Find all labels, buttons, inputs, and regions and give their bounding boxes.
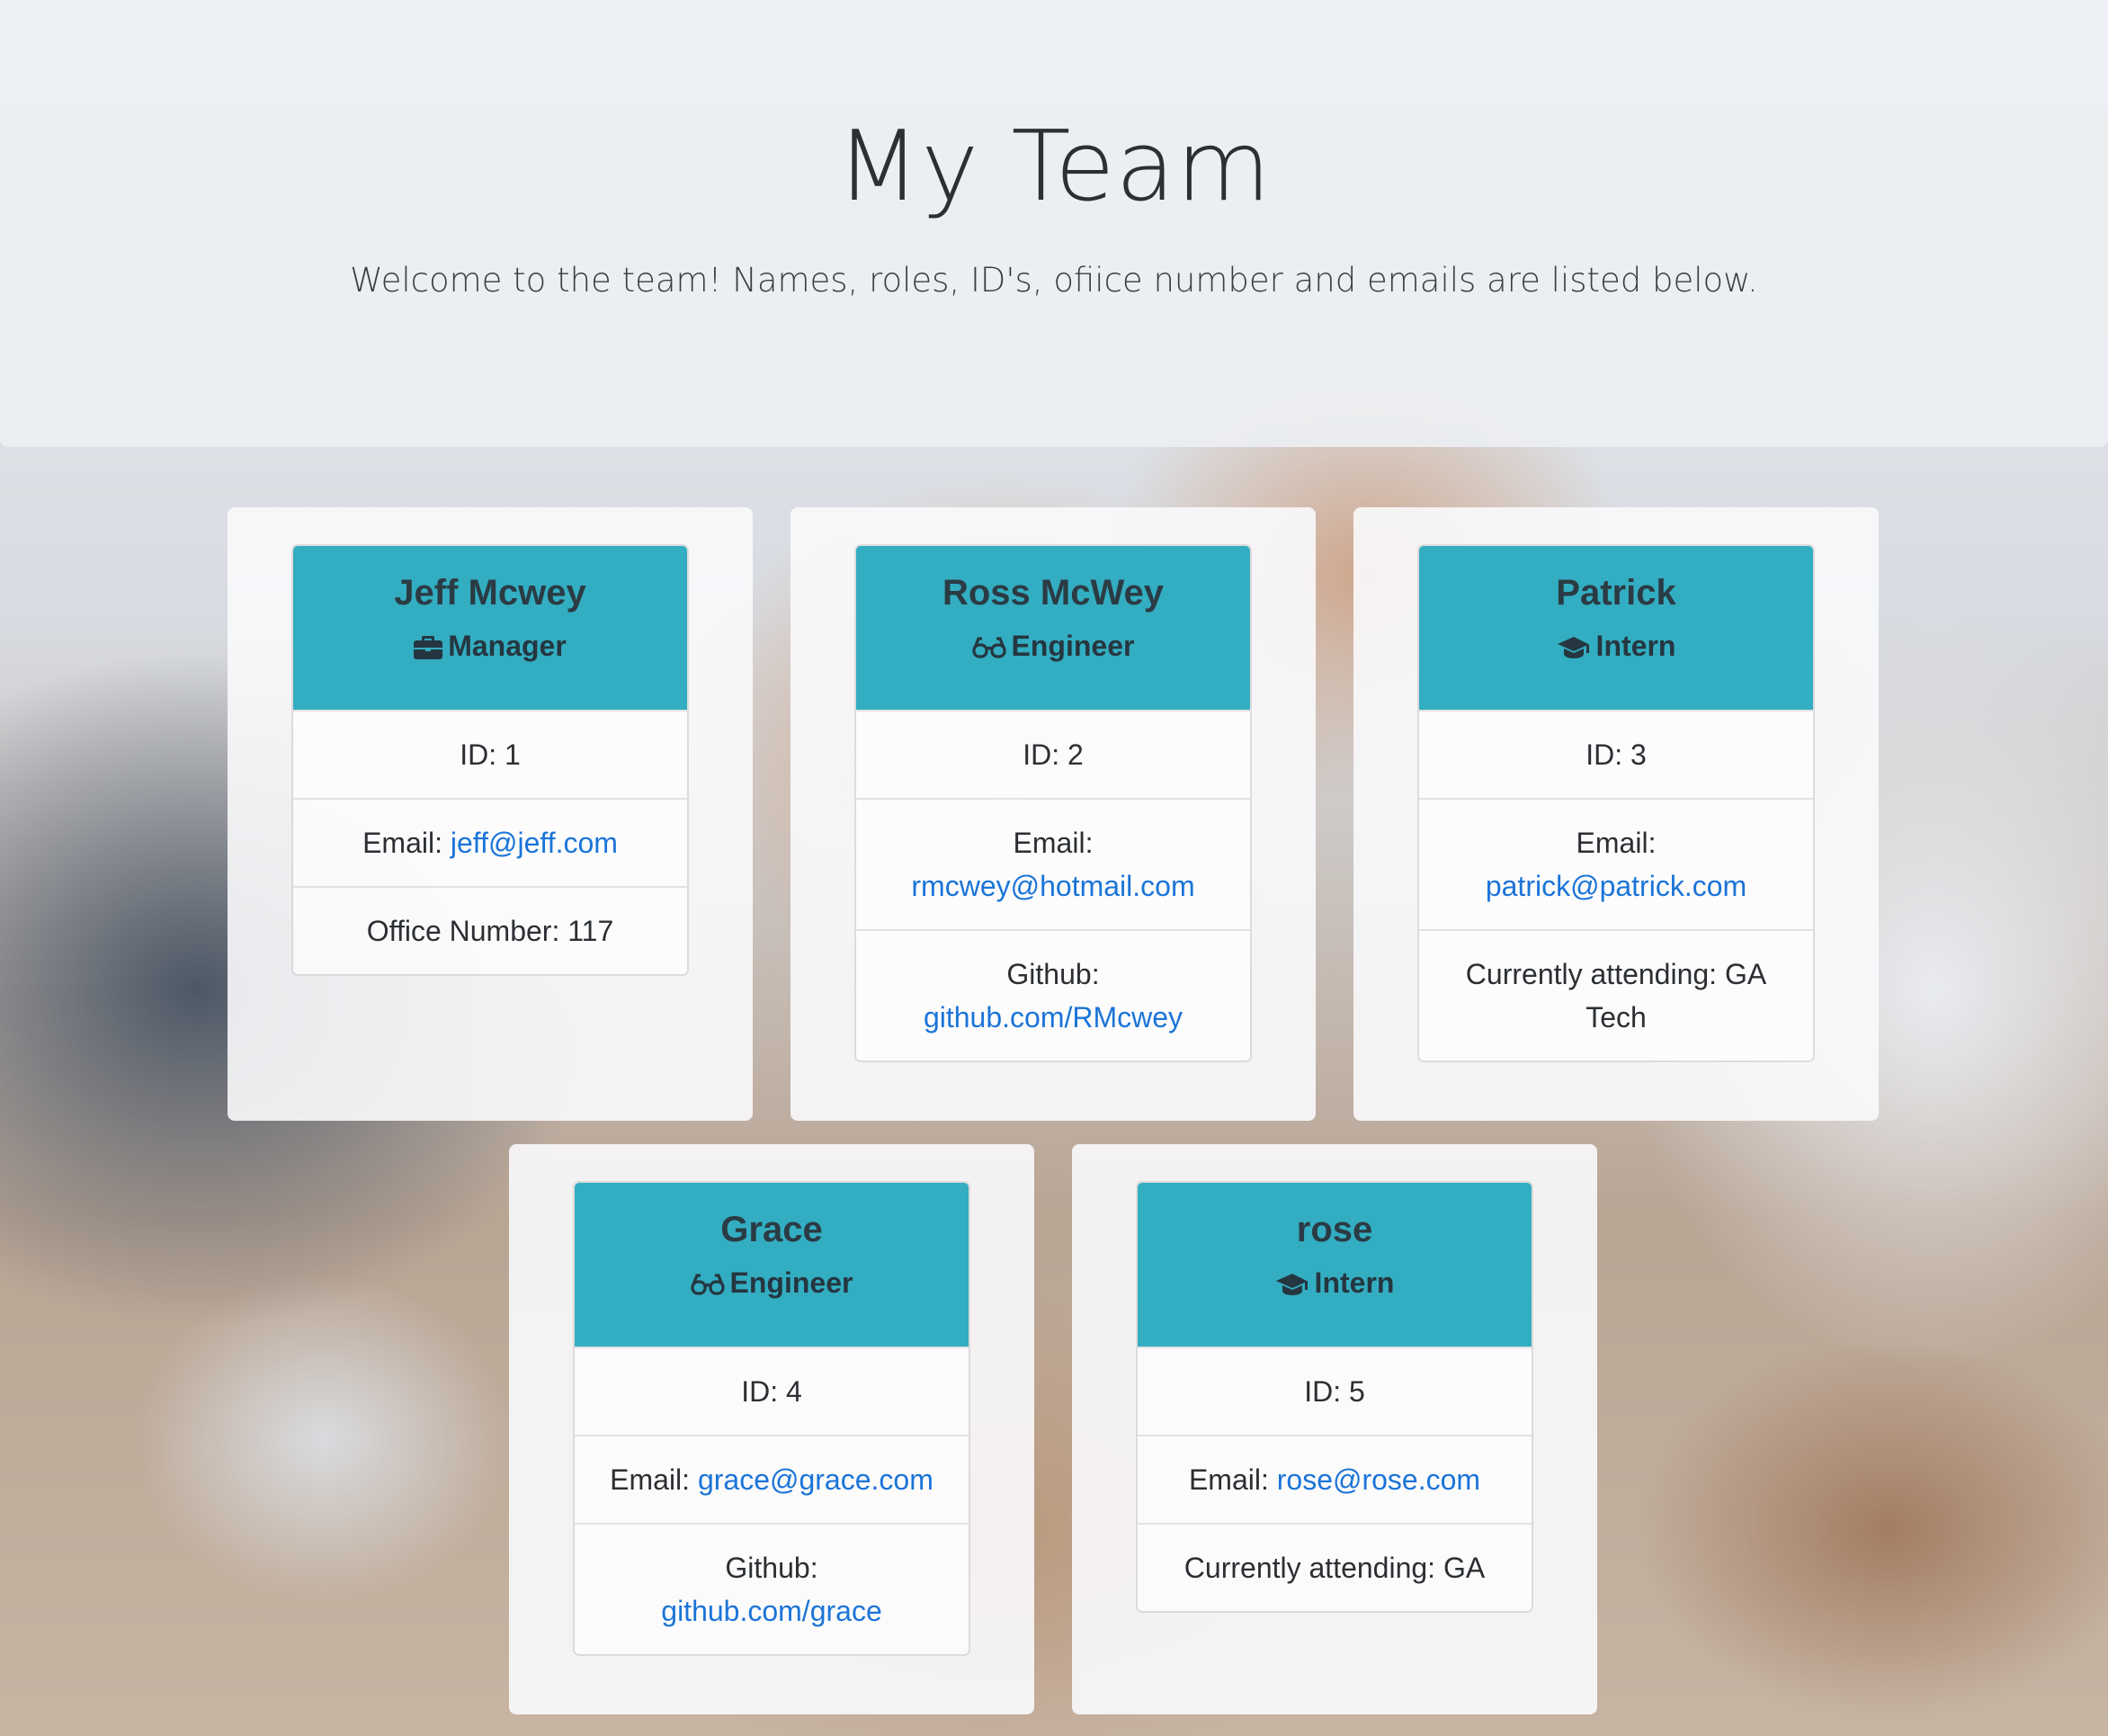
glasses-icon: [690, 1274, 725, 1295]
employee-role-label: Engineer: [729, 1266, 853, 1299]
employee-email: Email: rmcwey@hotmail.com: [856, 798, 1250, 929]
card-header: rose Intern: [1138, 1183, 1532, 1347]
email-label: Email:: [610, 1463, 691, 1496]
page-subtitle: Welcome to the team! Names, roles, ID's,…: [350, 261, 1758, 300]
employee-id-label: ID: 1: [460, 738, 521, 771]
employee-id: ID: 4: [575, 1347, 969, 1435]
jumbotron: My Team Welcome to the team! Names, role…: [0, 0, 2108, 447]
employee-role: Engineer: [856, 629, 1250, 663]
employee-card: Grace Engineer ID: 4 Email: grace@grace.…: [573, 1181, 970, 1656]
employee-id-label: ID: 3: [1585, 738, 1647, 771]
employee-id: ID: 1: [293, 710, 687, 798]
github-link[interactable]: github.com/RMcwey: [924, 1001, 1183, 1034]
employee-card: rose Intern ID: 5 Email: rose@rose.com C…: [1136, 1181, 1533, 1613]
employee-github: Github: github.com/grace: [575, 1523, 969, 1654]
team-member-panel: Grace Engineer ID: 4 Email: grace@grace.…: [509, 1144, 1034, 1714]
employee-card: Ross McWey Engineer ID: 2 Email: rmcwey@h…: [854, 544, 1252, 1062]
employee-id-label: ID: 5: [1304, 1375, 1365, 1408]
team-member-panel: Jeff Mcwey Manager ID: 1 Email: jeff@jef…: [228, 507, 753, 1121]
team-member-panel: Patrick Intern ID: 3 Email: patrick@patri…: [1353, 507, 1879, 1121]
employee-id: ID: 5: [1138, 1347, 1532, 1435]
employee-email: Email: grace@grace.com: [575, 1435, 969, 1523]
github-label: Github:: [1006, 958, 1100, 990]
graduation-cap-icon: [1557, 637, 1589, 658]
employee-name: Ross McWey: [942, 573, 1164, 613]
employee-card: Jeff Mcwey Manager ID: 1 Email: jeff@jef…: [291, 544, 689, 976]
card-header: Grace Engineer: [575, 1183, 969, 1347]
employee-id: ID: 2: [856, 710, 1250, 798]
page-title: My Team: [836, 111, 1272, 223]
employee-github: Github: github.com/RMcwey: [856, 929, 1250, 1060]
school-label: Currently attending: GA: [1184, 1552, 1486, 1584]
employee-role: Manager: [293, 629, 687, 663]
employee-school: Currently attending: GA Tech: [1419, 929, 1813, 1060]
graduation-cap-icon: [1275, 1274, 1308, 1295]
employee-name: Grace: [720, 1210, 823, 1249]
employee-role-label: Intern: [1595, 630, 1676, 662]
employee-name: rose: [1296, 1210, 1373, 1249]
email-label: Email:: [1576, 827, 1657, 859]
email-link[interactable]: patrick@patrick.com: [1486, 870, 1746, 902]
office-number-label: Office Number: 117: [366, 915, 614, 947]
employee-role: Intern: [1419, 629, 1813, 663]
briefcase-icon: [414, 636, 443, 659]
team-member-panel: rose Intern ID: 5 Email: rose@rose.com C…: [1072, 1144, 1597, 1714]
employee-role-label: Intern: [1314, 1266, 1395, 1299]
card-header: Ross McWey Engineer: [856, 546, 1250, 710]
email-label: Email:: [1013, 827, 1094, 859]
email-link[interactable]: rose@rose.com: [1277, 1463, 1480, 1496]
employee-name: Patrick: [1556, 573, 1676, 613]
employee-role: Engineer: [575, 1266, 969, 1300]
email-link[interactable]: rmcwey@hotmail.com: [911, 870, 1194, 902]
employee-role-label: Engineer: [1011, 630, 1135, 662]
employee-id: ID: 3: [1419, 710, 1813, 798]
email-label: Email:: [362, 827, 442, 859]
email-link[interactable]: grace@grace.com: [698, 1463, 933, 1496]
office-number: Office Number: 117: [293, 886, 687, 974]
glasses-icon: [971, 637, 1006, 658]
employee-email: Email: rose@rose.com: [1138, 1435, 1532, 1523]
employee-role: Intern: [1138, 1266, 1532, 1300]
employee-id-label: ID: 4: [741, 1375, 802, 1408]
employee-role-label: Manager: [448, 630, 567, 662]
employee-card: Patrick Intern ID: 3 Email: patrick@patri…: [1417, 544, 1815, 1062]
employee-id-label: ID: 2: [1023, 738, 1084, 771]
email-link[interactable]: jeff@jeff.com: [451, 827, 618, 859]
card-header: Patrick Intern: [1419, 546, 1813, 710]
email-label: Email:: [1188, 1463, 1269, 1496]
github-link[interactable]: github.com/grace: [661, 1595, 881, 1627]
card-header: Jeff Mcwey Manager: [293, 546, 687, 710]
employee-email: Email: patrick@patrick.com: [1419, 798, 1813, 929]
github-label: Github:: [725, 1552, 818, 1584]
employee-email: Email: jeff@jeff.com: [293, 798, 687, 886]
employee-school: Currently attending: GA: [1138, 1523, 1532, 1611]
school-label: Currently attending: GA Tech: [1465, 958, 1767, 1034]
employee-name: Jeff Mcwey: [394, 573, 586, 613]
team-member-panel: Ross McWey Engineer ID: 2 Email: rmcwey@h…: [790, 507, 1316, 1121]
